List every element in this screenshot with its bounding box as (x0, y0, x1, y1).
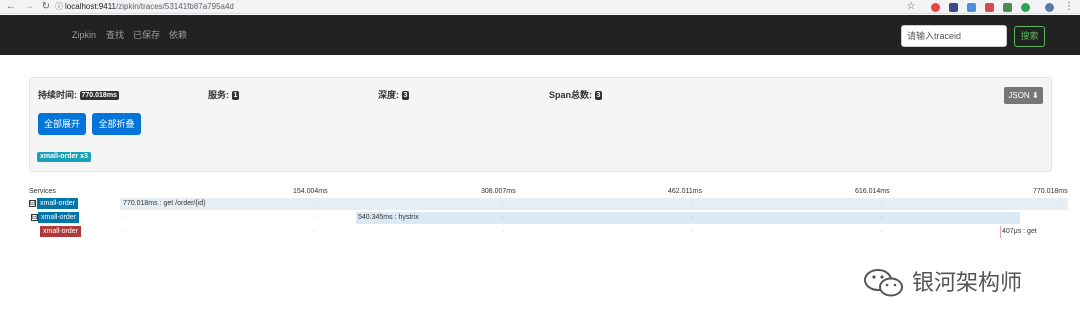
reload-icon[interactable]: ↻ (41, 1, 51, 13)
span-count-badge: 3 (594, 91, 603, 100)
grid-dot: · (124, 228, 127, 235)
traceid-search-input[interactable] (901, 25, 1007, 47)
services-label: 服务: (208, 90, 229, 100)
depth-stat: 深度: 3 (378, 89, 410, 101)
grid-dot: · (1060, 200, 1063, 207)
grid-dot: · (691, 214, 694, 221)
info-icon[interactable]: ⓘ (54, 1, 64, 13)
collapse-toggle-icon[interactable]: ⊟ (29, 200, 36, 207)
grid-dot: · (124, 214, 127, 221)
span-count-stat: Span总数: 3 (549, 89, 603, 101)
span-service-label[interactable]: xmall-order (38, 212, 80, 223)
grid-dot: · (502, 214, 505, 221)
grid-dot: · (880, 200, 883, 207)
grid-dot: · (691, 228, 694, 235)
bookmark-star-icon[interactable]: ☆ (906, 1, 916, 13)
span-bar-get[interactable] (1000, 226, 1001, 238)
span-count-label: Span总数: (549, 90, 593, 100)
brand-link[interactable]: Zipkin (72, 29, 96, 41)
address-bar[interactable]: localhost:9411/zipkin/traces/53141fb87a7… (65, 1, 234, 13)
wechat-logo-icon (864, 269, 903, 297)
nav-find[interactable]: 查找 (106, 29, 124, 41)
services-stat: 服务: 1 (208, 89, 240, 101)
grid-dot: · (502, 228, 505, 235)
duration-stat: 持续时间: 770.018ms (38, 89, 119, 101)
collapse-toggle-icon[interactable]: ⊟ (31, 214, 38, 221)
span-service-label[interactable]: xmall-order (40, 226, 82, 237)
tick-label-3: 462.011ms (668, 188, 703, 195)
url-path: /zipkin/traces/53141fb87a795a4d (116, 2, 234, 11)
forward-icon[interactable]: → (24, 1, 34, 13)
span-service-label[interactable]: xmall-order (37, 198, 79, 209)
depth-label: 深度: (378, 90, 399, 100)
expand-all-button[interactable]: 全部展开 (38, 113, 86, 135)
extension-blue-icon[interactable] (949, 3, 958, 12)
span-duration-label: 407μs : get (1002, 228, 1037, 235)
browser-toolbar: ← → ↻ ⓘ localhost:9411/zipkin/traces/531… (0, 0, 1080, 14)
trace-summary-panel: 持续时间: 770.018ms 服务: 1 深度: 3 Span总数: 3 JS… (29, 77, 1052, 172)
watermark-text: 银河架构师 (912, 271, 1023, 296)
grid-dot: · (313, 228, 316, 235)
grid-dot: · (502, 200, 505, 207)
span-bar-hystrix[interactable] (356, 212, 1020, 224)
duration-badge: 770.018ms (79, 91, 119, 100)
grid-dot: · (313, 200, 316, 207)
wechat-watermark: 银河架构师 (862, 266, 1022, 302)
tick-label-4: 616.014ms (855, 188, 890, 195)
extension-check-icon[interactable] (1021, 3, 1030, 12)
nav-saved[interactable]: 已保存 (133, 29, 160, 41)
tick-label-1: 154.004ms (293, 188, 328, 195)
extension-red-icon[interactable] (931, 3, 940, 12)
services-badge: 1 (231, 91, 240, 100)
span-duration-label: 770.018ms : get /order/{id} (123, 200, 206, 207)
tick-label-5: 770.018ms (1033, 188, 1068, 195)
url-host: localhost:9411 (65, 2, 116, 11)
profile-avatar-icon[interactable] (1045, 3, 1054, 12)
collapse-all-button[interactable]: 全部折叠 (92, 113, 141, 135)
json-button-label: JSON (1008, 91, 1030, 100)
extension-lightblue-icon[interactable] (967, 3, 976, 12)
grid-dot: · (880, 214, 883, 221)
duration-label: 持续时间: (38, 90, 77, 100)
span-duration-label: 540.345ms : hystrix (358, 214, 419, 221)
grid-dot: · (691, 200, 694, 207)
nav-dependencies[interactable]: 依赖 (169, 29, 187, 41)
json-download-button[interactable]: JSON ⬇ (1004, 87, 1043, 104)
menu-dots-icon[interactable]: ⋮ (1064, 1, 1074, 13)
extension-pdf-icon[interactable] (985, 3, 994, 12)
depth-badge: 3 (401, 91, 410, 100)
service-filter-tag[interactable]: xmall-order x3 (37, 152, 91, 162)
grid-dot: · (880, 228, 883, 235)
back-icon[interactable]: ← (6, 1, 16, 13)
grid-dot: · (313, 214, 316, 221)
tick-label-2: 308.007ms (481, 188, 516, 195)
span-row-1[interactable] (120, 198, 1068, 210)
search-button[interactable]: 搜索 (1014, 26, 1045, 47)
download-icon: ⬇ (1031, 91, 1039, 100)
extension-green-icon[interactable] (1003, 3, 1012, 12)
services-column-header: Services (29, 188, 56, 195)
